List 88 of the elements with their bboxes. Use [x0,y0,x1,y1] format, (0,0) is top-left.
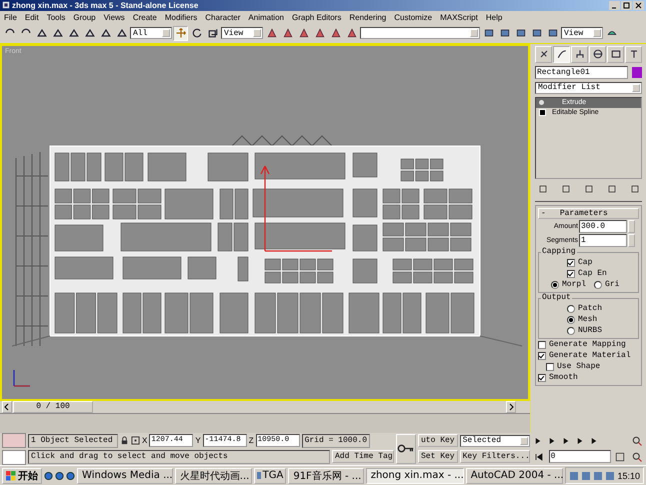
start-button[interactable]: 开始 [2,468,42,484]
menu-item[interactable]: MAXScript [440,12,478,22]
track-bar[interactable] [0,413,530,433]
grid-status: Grid = 1000.0 [302,434,370,448]
lock-icon[interactable] [120,436,129,446]
menu-item[interactable]: Rendering [349,12,386,22]
named-selection-field[interactable] [360,27,480,40]
motion-tab[interactable] [589,46,606,63]
key-icon [397,444,415,454]
menu-item[interactable]: Character [205,12,240,22]
taskbar-button[interactable]: 91F音乐网 - ... [288,468,364,484]
menu-item[interactable]: Help [486,12,502,22]
motion-icon [592,48,604,60]
key-mode-dropdown[interactable]: Selected [460,434,530,447]
tray-icon[interactable] [569,470,580,481]
segments-field[interactable]: 1 [579,234,627,247]
y-label: Y [195,436,201,446]
key-filters-button[interactable]: Key Filters... [460,450,530,464]
modify-icon [556,48,568,60]
menu-item[interactable]: Edit [24,12,39,22]
checkbox[interactable]: Smooth [538,372,639,383]
group-title: Capping [541,246,577,256]
window-title: zhong xin.max - 3ds max 5 - Stand-alone License [12,0,200,10]
set-key-button[interactable] [396,434,416,464]
x-label: X [142,436,148,446]
radio-button[interactable]: Gri [594,280,620,290]
checkbox[interactable]: Cap [541,258,636,268]
move-gizmo-icon [260,164,333,252]
current-frame-field[interactable]: 0 [548,450,611,464]
taskbar-button[interactable]: AutoCAD 2004 - ... [466,468,564,484]
object-name-field[interactable]: Rectangle01 [535,66,628,79]
taskbar-button[interactable]: zhong xin.max - ... [366,468,464,484]
taskbar-button[interactable]: Windows Media ... [77,468,173,484]
menu-item[interactable]: Graph Editors [292,12,342,22]
parameters-rollout-header[interactable]: - Parameters [538,208,639,219]
minimize-button[interactable] [609,0,620,10]
maximize-button[interactable] [621,0,632,10]
windows-flag-icon [6,470,16,481]
close-button[interactable] [633,0,644,10]
radio-button[interactable]: Morpl [551,280,586,290]
create-tab[interactable] [535,46,552,63]
app-icon [2,1,10,10]
tray-icon[interactable] [593,470,604,481]
hierarchy-tab[interactable] [571,46,588,63]
amount-field[interactable]: 300.0 [579,220,627,233]
reference-coordinate-dropdown[interactable]: View [221,27,263,40]
radio-button[interactable]: Patch [541,304,636,314]
color-swatch [2,432,26,448]
menu-item[interactable]: Customize [394,12,432,22]
axis-tripod-icon [13,368,31,386]
menu-item[interactable]: File [4,12,17,22]
tray-icon[interactable] [581,470,592,481]
menu-item[interactable]: Animation [248,12,284,22]
selection-status: 1 Object Selected [28,434,118,448]
set-key-mode-button[interactable]: Set Key [418,450,458,464]
next-frame-button[interactable] [506,400,516,413]
add-time-tag-button[interactable]: Add Time Tag [332,450,394,464]
checkbox[interactable]: Generate Material [538,350,639,361]
tray-icon[interactable] [605,470,616,481]
checkbox[interactable]: Cap En [541,268,636,279]
taskbar-button[interactable]: 火星时代动画... [174,468,252,484]
clock: 15:10 [617,470,640,481]
z-label: Z [248,436,254,446]
checkbox[interactable]: Generate Mapping [538,340,639,350]
menu-item[interactable]: Modifiers [164,12,198,22]
menu-item[interactable]: Group [73,12,96,22]
modify-tab[interactable] [553,46,570,63]
previous-frame-button[interactable] [2,400,12,413]
menu-item[interactable]: Create [132,12,157,22]
menu-item[interactable]: Views [104,12,125,22]
prompt-text: Click and drag to select and move objects [28,450,330,464]
move-tool-button[interactable] [173,26,188,41]
auto-key-button[interactable]: uto Key [418,434,458,448]
selection-filter-dropdown[interactable]: All [130,27,172,40]
taskbar-button[interactable]: TGA [254,468,286,484]
hierarchy-icon [574,48,586,60]
render-type-dropdown[interactable]: View [561,27,603,40]
menu-item[interactable]: Tools [46,12,66,22]
radio-button[interactable]: NURBS [541,326,636,336]
time-slider[interactable]: 0 / 100 [13,400,93,413]
checkbox[interactable]: Use Shape [538,362,639,372]
display-icon [610,48,622,60]
utilities-tab[interactable] [625,46,642,63]
radio-button[interactable]: Mesh [541,314,636,325]
modifier-list-dropdown[interactable]: Modifier List [535,82,642,94]
display-tab[interactable] [607,46,624,63]
object-color-swatch[interactable] [632,66,642,78]
absolute-mode-icon[interactable] [131,436,140,446]
